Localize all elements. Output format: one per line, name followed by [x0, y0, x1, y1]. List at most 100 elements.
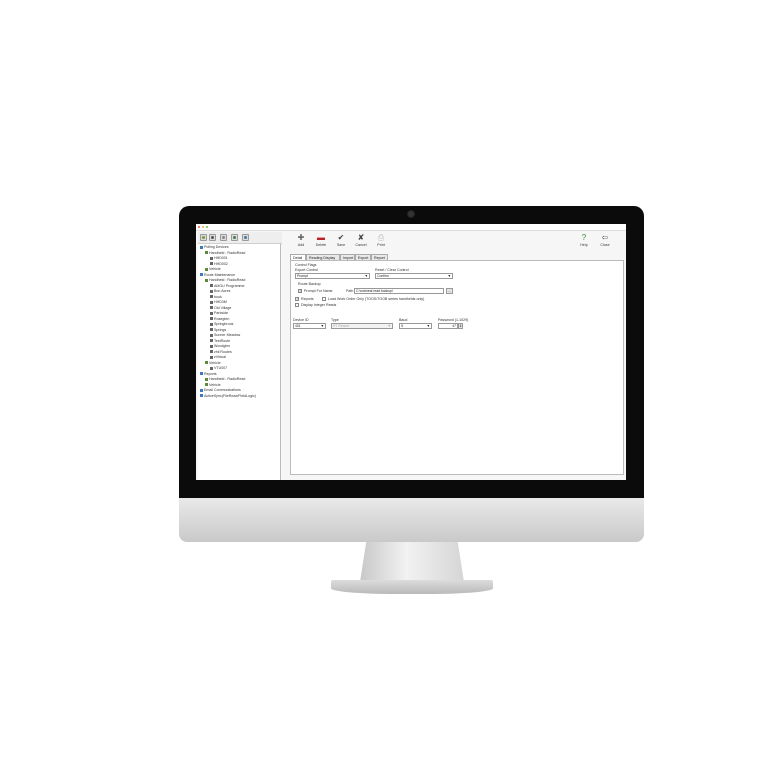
tree-item[interactable]: Email Communications [200, 388, 241, 393]
delete-button[interactable]: ▬ Delete [312, 233, 330, 248]
tree-item[interactable]: VTU007 [210, 366, 227, 371]
tree-item[interactable]: Handheld : RadioRead [205, 377, 245, 382]
route-book-icon [210, 333, 213, 337]
tree-item[interactable]: HHD001 [210, 256, 228, 261]
route-book-icon [210, 300, 213, 304]
display-integer-reads-checkbox[interactable] [295, 303, 299, 307]
monitor-stand-foot [331, 580, 493, 594]
tree-item-label: Bon Acres [214, 289, 231, 293]
load-work-orders-checkbox[interactable] [322, 297, 326, 301]
route-book-icon [210, 366, 213, 370]
baud-label: Baud [399, 318, 408, 322]
tree-item[interactable]: Parkside [210, 311, 228, 316]
route-book-icon [210, 344, 213, 348]
tree-item[interactable]: Woodglen [210, 344, 230, 349]
tree-item[interactable]: Vehicle [205, 383, 221, 388]
tree-tool-button-3[interactable] [220, 234, 227, 241]
route-book-icon [210, 284, 213, 288]
tree-item[interactable]: TestRoute [210, 339, 230, 344]
tree-item[interactable]: Vehicle [205, 361, 221, 366]
export-control-label: Export Control [295, 268, 318, 272]
tree-item[interactable]: book [210, 295, 222, 300]
tree-item-label: book [214, 294, 222, 299]
tree-item-label: Handheld : RadioRead [209, 278, 246, 282]
tree-item-label: Springbrook [214, 322, 234, 326]
help-icon: ? [581, 233, 587, 242]
tree-item[interactable]: zhil Routes [210, 350, 232, 355]
detail-panel: Control Flags Export Control Prompt ▼ Res… [290, 260, 624, 475]
chevron-down-icon: ▼ [387, 324, 391, 328]
tree-item[interactable]: Rosegten [210, 317, 229, 322]
folder-icon [205, 278, 208, 282]
tree-item-label: HHD001 [214, 256, 228, 260]
route-backup-heading: Route Backup [298, 282, 321, 286]
tree-item-label: Route Maintenance [204, 272, 236, 277]
tree-item[interactable]: zVirtual [210, 355, 226, 360]
cancel-icon: ✘ [357, 233, 365, 242]
tree-item-label: Vehicle [209, 382, 221, 387]
tree-item[interactable]: Sunner Meadow [210, 333, 240, 338]
folder-icon [205, 267, 208, 271]
tree-item[interactable]: Vehicle [205, 267, 221, 272]
add-icon: ✚ [297, 233, 305, 242]
tree-tool-button-1[interactable] [200, 234, 207, 241]
add-button[interactable]: ✚ Add [292, 233, 310, 248]
browse-button[interactable]: ... [446, 288, 453, 294]
type-select[interactable]: RT Reader ▼ [331, 323, 393, 329]
control-flags-heading: Control Flags [295, 263, 317, 267]
tree-tool-button-2[interactable] [209, 234, 216, 241]
main-toolbar: ✚ Add ▬ Delete ✔ Save ✘ Cancel ⎙ Print ? Help … [282, 232, 626, 253]
path-label: Path [346, 289, 354, 293]
tree-item[interactable]: ActiveSync(FileRead/FieldLogic) [200, 394, 256, 399]
password-stepper[interactable]: 47 [438, 323, 458, 329]
minimize-window-icon[interactable] [202, 226, 204, 228]
tree-item[interactable]: Route Maintenance [200, 273, 235, 278]
display-integer-reads-label: Display Integer Reads [301, 303, 337, 307]
export-control-select[interactable]: Prompt ▼ [295, 273, 370, 279]
tree-item-label: ActiveSync(FileRead/FieldLogic) [204, 393, 256, 398]
tree-tool-button-4[interactable] [231, 234, 238, 241]
cancel-button[interactable]: ✘ Cancel [352, 233, 370, 248]
tree-item[interactable]: Handheld : RadioRead [205, 278, 245, 283]
print-button[interactable]: ⎙ Print [372, 234, 390, 248]
route-book-icon [210, 317, 213, 321]
tree-item[interactable]: HHD002 [210, 262, 228, 267]
tree-item-label: HHD002 [214, 261, 228, 266]
tree-item[interactable]: Springbrook [210, 322, 233, 327]
route-book-icon [210, 306, 213, 310]
close-button[interactable]: ⇦ Close [596, 234, 614, 248]
folder-icon [200, 372, 203, 376]
maximize-window-icon[interactable] [206, 226, 208, 228]
tree-item[interactable]: Springs [210, 328, 226, 333]
baud-select[interactable]: S ▼ [399, 323, 432, 329]
prompt-for-name-checkbox[interactable]: ✓ [298, 289, 302, 293]
tree-item[interactable]: Reports [200, 372, 217, 377]
tree-tool-button-5[interactable] [242, 234, 249, 241]
tree-item[interactable]: Bon Acres [210, 289, 230, 294]
chevron-down-icon: ▼ [426, 324, 430, 328]
route-book-icon [210, 322, 213, 326]
tree-item[interactable]: Polling Devices [200, 245, 229, 250]
chevron-down-icon: ▼ [320, 324, 324, 328]
reports-label: Reports [301, 297, 314, 301]
route-book-icon [210, 350, 213, 354]
reset-clear-label: Reset / Clear Control [375, 268, 409, 272]
reset-clear-select[interactable]: Confirm ▼ [375, 273, 453, 279]
reports-checkbox[interactable]: ✓ [295, 297, 299, 301]
tree-item[interactable]: Handheld : RadioRead [205, 251, 245, 256]
save-button[interactable]: ✔ Save [332, 234, 350, 248]
delete-icon: ▬ [317, 233, 325, 242]
tree-item[interactable]: AMGU Programme [210, 284, 245, 289]
path-input[interactable]: C:\notmeal read backup\ [354, 288, 444, 294]
help-button[interactable]: ? Help [575, 233, 593, 248]
chevron-down-icon: ▼ [364, 274, 368, 278]
tree-item[interactable]: HHD3M [210, 300, 227, 305]
tree-item-label: Old Village [214, 305, 232, 310]
tree-item-label: Sunner Meadow [214, 333, 241, 337]
route-book-icon [210, 339, 213, 343]
stepper-arrows-icon[interactable]: ⇕ [458, 323, 463, 329]
tree-item-label: zVirtual [214, 355, 226, 359]
tree-item[interactable]: Old Village [210, 306, 231, 311]
close-window-icon[interactable] [198, 226, 200, 228]
device-id-select[interactable]: 401 ▼ [293, 323, 326, 329]
